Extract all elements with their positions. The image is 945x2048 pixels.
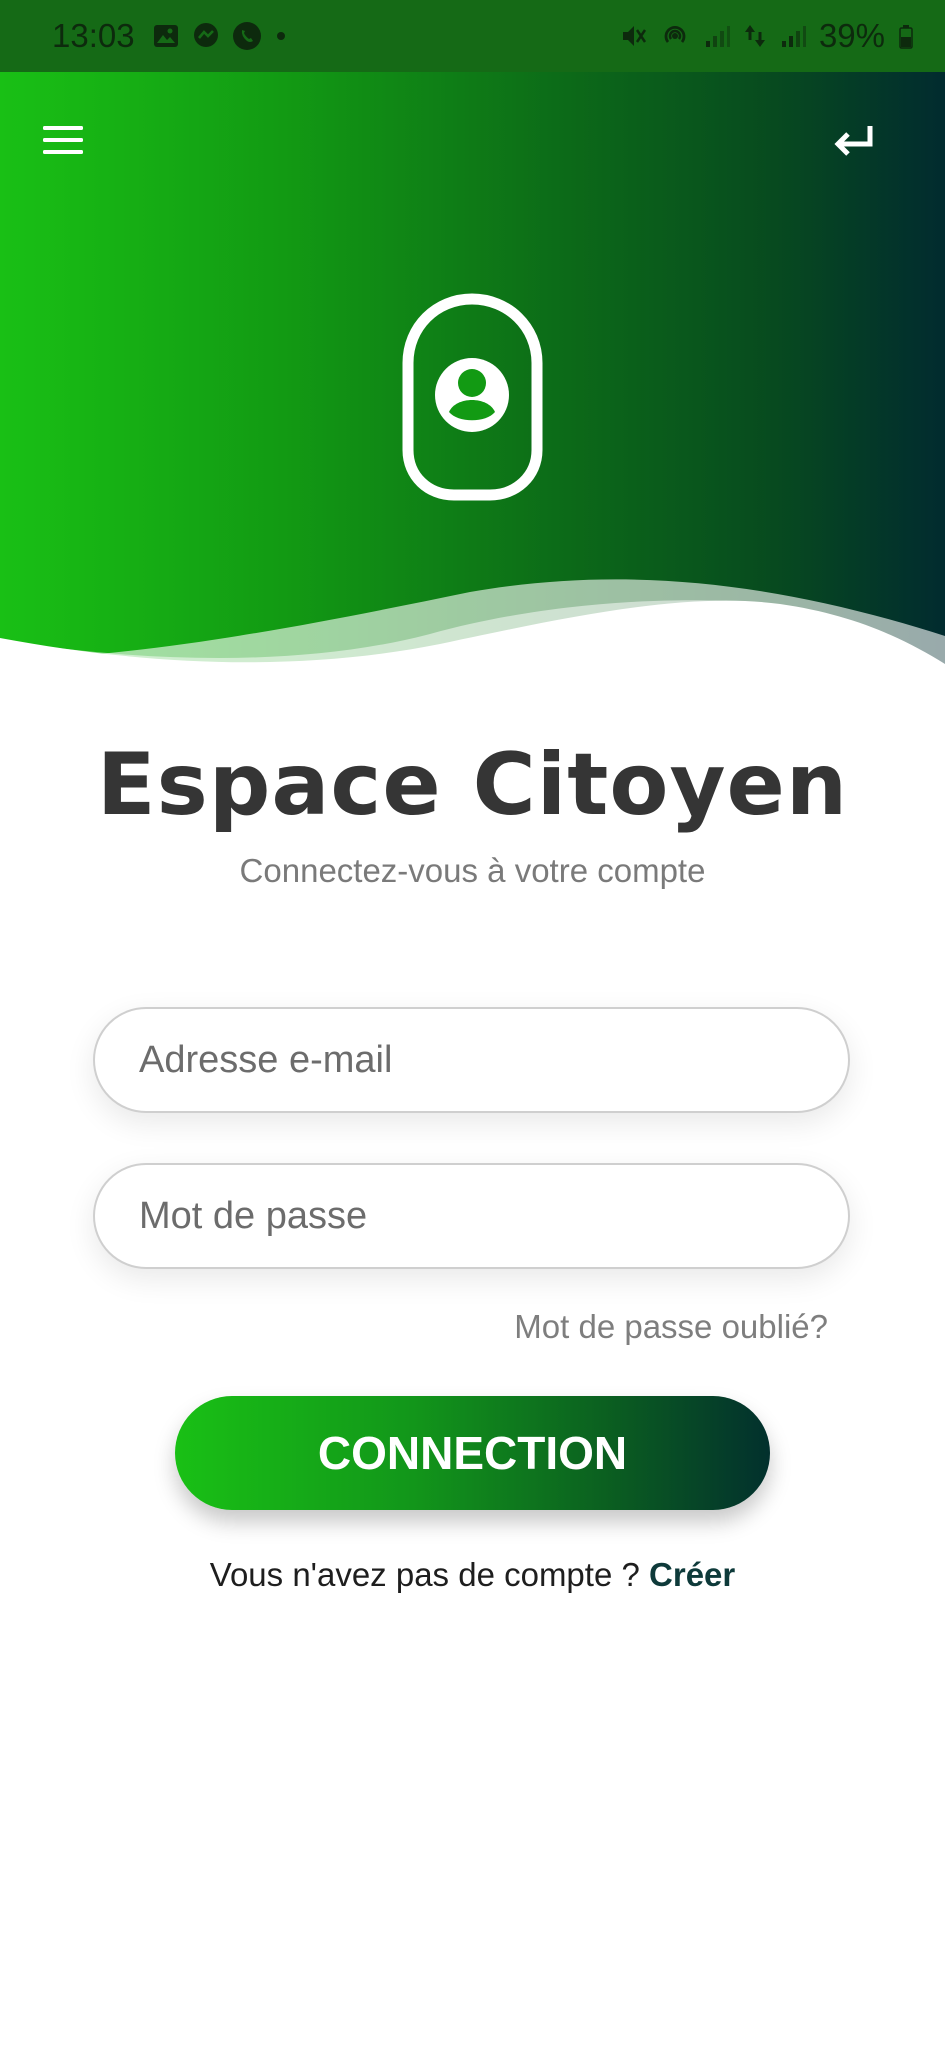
- hamburger-menu-icon: [43, 126, 83, 154]
- battery-percent: 39%: [818, 17, 885, 54]
- system-icons: 39%: [617, 17, 915, 55]
- status-time: 13:03: [52, 17, 135, 54]
- notification-icons: [151, 20, 289, 52]
- whatsapp-icon: [232, 22, 261, 50]
- status-bar: 13:03 39%: [0, 0, 945, 72]
- email-field: [93, 1007, 850, 1113]
- data-arrows-icon: [744, 25, 765, 47]
- image-icon: [153, 25, 178, 47]
- signal-icon: [781, 26, 806, 47]
- signal-icon: [705, 26, 730, 47]
- signup-prompt-row: Vous n'avez pas de compte ? Créer: [0, 1556, 945, 1594]
- create-account-link[interactable]: Créer: [649, 1556, 735, 1593]
- signup-prompt-text: Vous n'avez pas de compte ?: [209, 1556, 640, 1593]
- return-arrow-icon: [834, 126, 873, 156]
- mute-icon: [622, 26, 646, 46]
- connection-button[interactable]: CONNECTION: [175, 1396, 770, 1510]
- battery-icon: [899, 25, 913, 49]
- user-badge-icon: [402, 293, 543, 501]
- hotspot-icon: [664, 26, 686, 43]
- forgot-password-link[interactable]: Mot de passe oublié?: [514, 1308, 828, 1346]
- menu-button[interactable]: [38, 118, 92, 162]
- email-input[interactable]: [95, 1009, 848, 1111]
- hero-header: [0, 72, 945, 672]
- password-input[interactable]: [95, 1165, 848, 1267]
- page-subtitle: Connectez-vous à votre compte: [239, 852, 706, 889]
- dot-icon: [276, 32, 285, 40]
- back-button[interactable]: [824, 112, 880, 168]
- password-field: [93, 1163, 850, 1269]
- page-title: Espace Citoyen: [96, 735, 849, 835]
- wave-decoration: [0, 579, 945, 672]
- messenger-icon: [193, 23, 218, 47]
